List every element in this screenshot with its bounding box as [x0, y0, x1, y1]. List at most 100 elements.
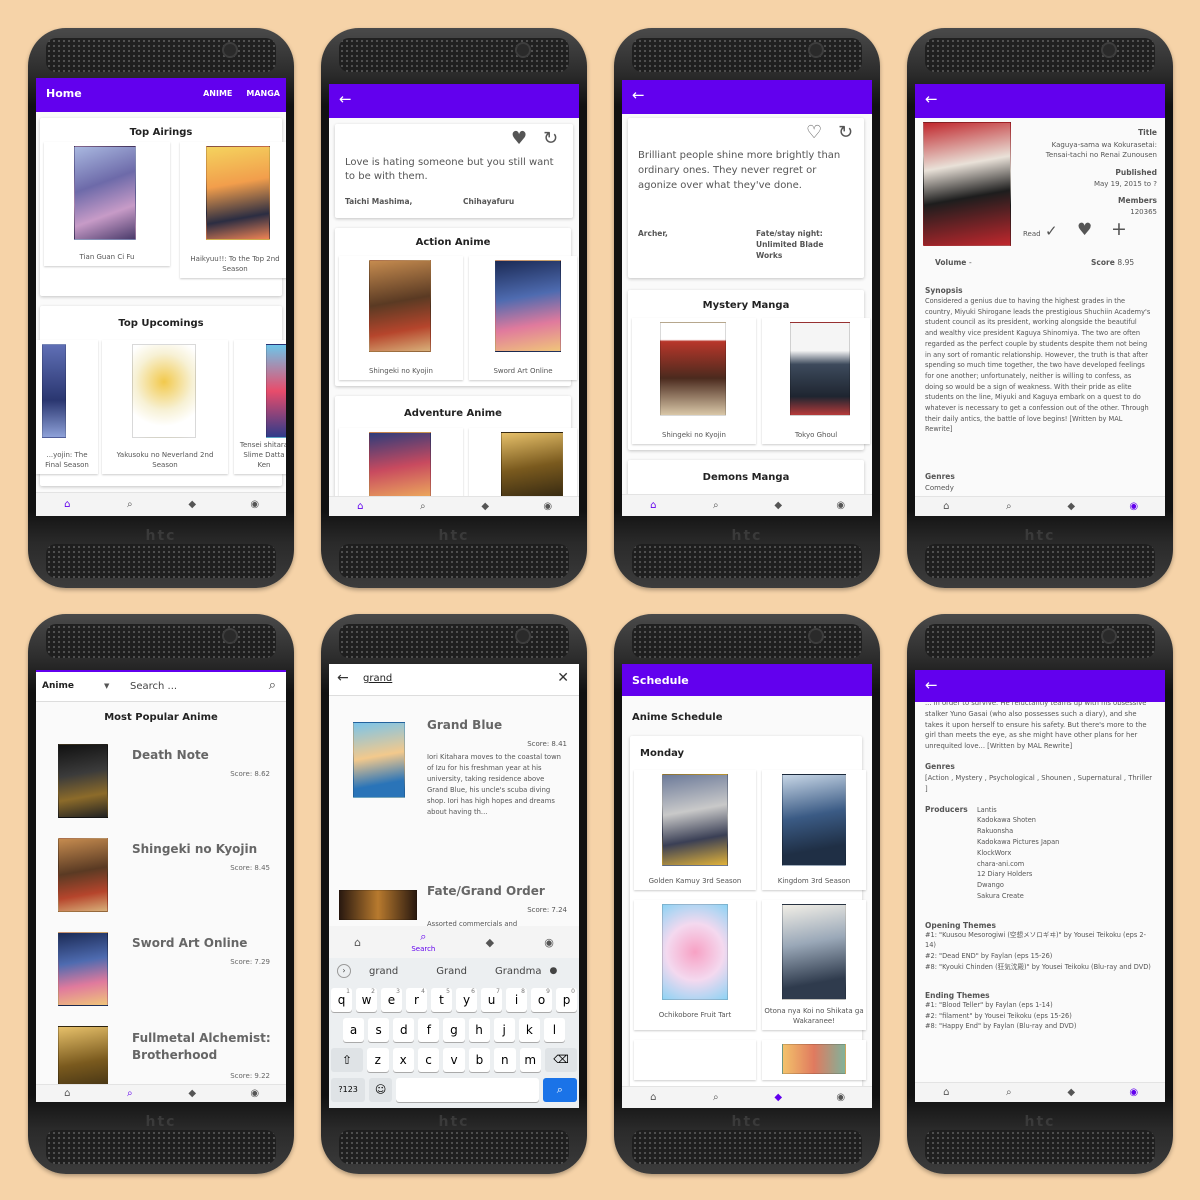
bell-icon[interactable]: ◆ [1056, 501, 1086, 512]
home-icon[interactable]: ⌂ [638, 500, 668, 511]
microphone-icon[interactable]: ● [550, 966, 558, 976]
bell-icon[interactable]: ◆ [177, 499, 207, 510]
anime-card[interactable]: Golden Kamuy 3rd Season [634, 770, 756, 890]
key[interactable]: w2 [356, 988, 377, 1012]
anime-card[interactable] [762, 1040, 866, 1080]
anime-card[interactable]: Yakusoku no Neverland 2nd Season [102, 340, 228, 474]
search-icon[interactable]: ⌕ [701, 500, 731, 511]
key[interactable]: o9 [531, 988, 552, 1012]
space-key[interactable] [396, 1078, 539, 1102]
key[interactable]: h [468, 1018, 490, 1042]
key[interactable]: u7 [481, 988, 502, 1012]
account-icon[interactable]: ◉ [1119, 501, 1149, 512]
key[interactable]: l [543, 1018, 565, 1042]
back-arrow-icon[interactable]: ← [925, 90, 938, 108]
key[interactable]: f [418, 1018, 440, 1042]
list-item[interactable]: Sword Art Online Score: 7.29 [36, 920, 286, 1014]
home-icon[interactable]: ⌂ [931, 501, 961, 512]
anime-card[interactable] [634, 1040, 756, 1080]
anime-card[interactable]: Sword Art Online [469, 256, 577, 380]
home-icon[interactable]: ⌂ [345, 501, 375, 512]
back-arrow-icon[interactable]: ← [632, 86, 645, 104]
nav-search[interactable]: ⌕ Search [411, 930, 435, 954]
suggestion[interactable]: grand [369, 966, 398, 977]
key[interactable]: a [343, 1018, 365, 1042]
search-icon[interactable]: ⌕ [115, 1088, 145, 1099]
anime-card[interactable]: Haikyuu!!: To the Top 2nd Season [180, 142, 286, 278]
anime-card[interactable]: Ochikobore Fruit Tart [634, 900, 756, 1030]
home-icon[interactable]: ⌂ [638, 1092, 668, 1103]
search-icon[interactable]: ⌕ [701, 1092, 731, 1103]
heart-icon[interactable]: ♡ [806, 122, 822, 143]
result-item[interactable]: Grand Blue Score: 8.41 Iori Kitahara mov… [329, 708, 579, 858]
heart-icon[interactable]: ♥ [1077, 220, 1092, 240]
anime-card[interactable]: Tian Guan Ci Fu [44, 142, 170, 266]
suggestion[interactable]: Grand [436, 966, 467, 977]
shift-key-icon[interactable]: ⇧ [331, 1048, 364, 1072]
account-icon[interactable]: ◉ [240, 1088, 270, 1099]
search-icon[interactable]: ⌕ [269, 678, 276, 693]
key[interactable]: v [443, 1048, 465, 1072]
back-arrow-icon[interactable]: ← [925, 676, 938, 694]
suggestion[interactable]: Grandma [495, 966, 542, 977]
key[interactable]: y6 [456, 988, 477, 1012]
search-icon[interactable]: ⌕ [408, 501, 438, 512]
key[interactable]: e3 [381, 988, 402, 1012]
anime-card[interactable]: Shingeki no Kyojin [339, 256, 463, 380]
check-icon[interactable]: ✓ [1045, 222, 1058, 240]
back-arrow-icon[interactable]: ← [337, 670, 349, 686]
expand-icon[interactable]: › [337, 964, 351, 978]
key[interactable]: z [367, 1048, 389, 1072]
home-icon[interactable]: ⌂ [52, 1088, 82, 1099]
bell-icon[interactable]: ◆ [763, 500, 793, 511]
key[interactable]: p0 [556, 988, 577, 1012]
tab-anime[interactable]: ANIME [203, 89, 232, 98]
account-icon[interactable]: ◉ [826, 1092, 856, 1103]
symbols-key[interactable]: ?123 [331, 1078, 366, 1102]
bell-icon[interactable]: ◆ [177, 1088, 207, 1099]
manga-card[interactable]: Shingeki no Kyojin [632, 318, 756, 444]
heart-icon[interactable]: ♥ [511, 128, 527, 149]
key[interactable]: i8 [506, 988, 527, 1012]
back-arrow-icon[interactable]: ← [339, 90, 352, 108]
key[interactable]: j [493, 1018, 515, 1042]
search-icon[interactable]: ⌕ [115, 499, 145, 510]
search-icon[interactable]: ⌕ [994, 501, 1024, 512]
bell-icon[interactable]: ◆ [470, 501, 500, 512]
tab-manga[interactable]: MANGA [246, 89, 280, 98]
anime-card[interactable]: Kingdom 3rd Season [762, 770, 866, 890]
key[interactable]: t5 [431, 988, 452, 1012]
key[interactable]: b [468, 1048, 491, 1072]
account-icon[interactable]: ◉ [544, 936, 554, 949]
bell-icon[interactable]: ◆ [763, 1092, 793, 1103]
emoji-key-icon[interactable]: ☺ [369, 1078, 393, 1102]
search-input[interactable]: Search ... [130, 681, 177, 692]
search-input[interactable]: grand [363, 673, 392, 684]
close-icon[interactable]: ✕ [557, 670, 569, 686]
add-icon[interactable]: + [1111, 218, 1127, 240]
account-icon[interactable]: ◉ [533, 501, 563, 512]
list-item[interactable]: Shingeki no Kyojin Score: 8.45 [36, 826, 286, 920]
type-dropdown[interactable]: Anime ▼ [42, 681, 109, 691]
search-icon[interactable]: ⌕ [994, 1087, 1024, 1098]
key[interactable]: m [519, 1048, 541, 1072]
anime-card[interactable]: Tensei shitara Slime Datta Ken [234, 340, 286, 474]
manga-card[interactable]: Tokyo Ghoul [762, 318, 870, 444]
search-key-icon[interactable]: ⌕ [542, 1078, 578, 1102]
bell-icon[interactable]: ◆ [486, 936, 494, 949]
bell-icon[interactable]: ◆ [1056, 1087, 1086, 1098]
key[interactable]: n [494, 1048, 516, 1072]
key[interactable]: x [392, 1048, 414, 1072]
anime-card[interactable]: Otona nya Koi no Shikata ga Wakaranee! [762, 900, 866, 1030]
refresh-icon[interactable]: ↻ [543, 128, 558, 149]
key[interactable]: d [393, 1018, 415, 1042]
refresh-icon[interactable]: ↻ [838, 122, 853, 143]
key[interactable]: k [518, 1018, 540, 1042]
key[interactable]: q1 [331, 988, 352, 1012]
list-item[interactable]: Death Note Score: 8.62 [36, 732, 286, 826]
account-icon[interactable]: ◉ [826, 500, 856, 511]
key[interactable]: r4 [406, 988, 427, 1012]
anime-card[interactable]: ...yojin: The Final Season [36, 340, 98, 474]
backspace-key-icon[interactable]: ⌫ [544, 1048, 578, 1072]
key[interactable]: s [368, 1018, 390, 1042]
